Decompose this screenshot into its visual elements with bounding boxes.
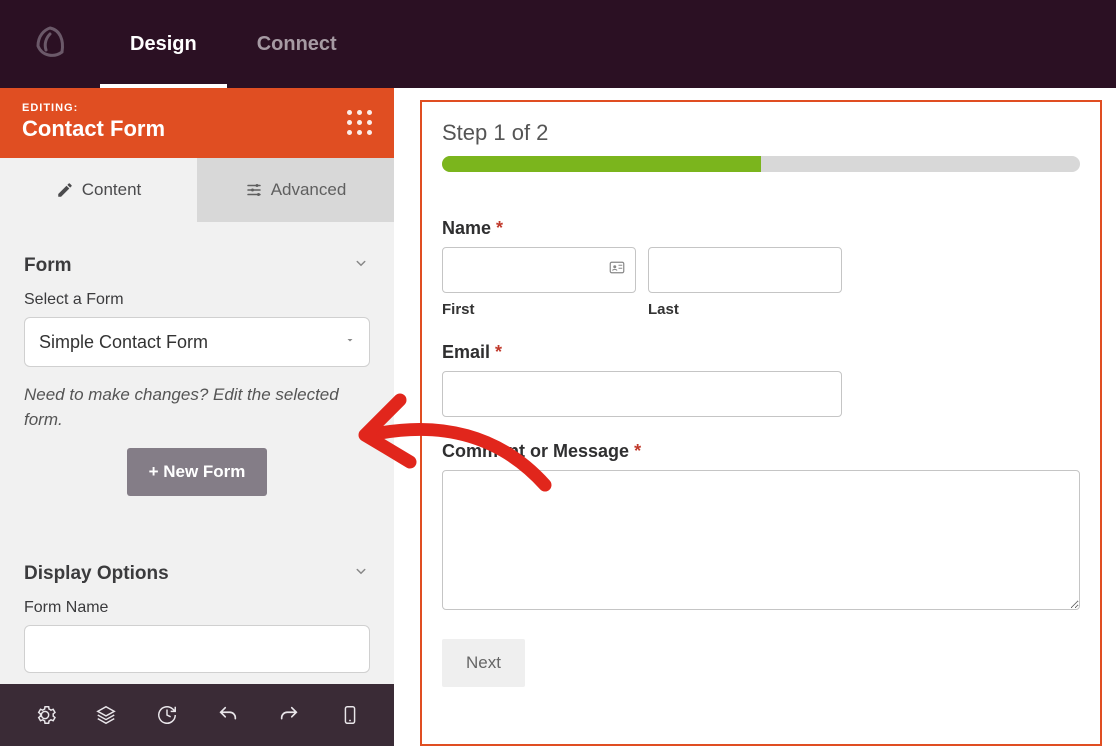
new-form-button[interactable]: + New Form bbox=[127, 448, 268, 496]
editing-title: Contact Form bbox=[22, 116, 165, 142]
tab-design[interactable]: Design bbox=[100, 0, 227, 88]
top-nav: Design Connect bbox=[0, 0, 1116, 88]
comment-textarea[interactable] bbox=[442, 470, 1080, 610]
responsive-button[interactable] bbox=[328, 704, 372, 726]
field-name: Name * First Last bbox=[442, 218, 1080, 318]
select-form-dropdown[interactable]: Simple Contact Form bbox=[24, 317, 370, 367]
drag-handle-icon[interactable] bbox=[347, 110, 372, 135]
nav-tabs: Design Connect bbox=[100, 0, 367, 88]
select-form-label: Select a Form bbox=[24, 291, 370, 309]
chevron-down-icon bbox=[352, 562, 370, 585]
bottom-toolbar bbox=[0, 684, 394, 746]
undo-button[interactable] bbox=[206, 704, 250, 726]
panel-body: Form Select a Form Simple Contact Form N… bbox=[0, 222, 394, 746]
first-sublabel: First bbox=[442, 301, 636, 318]
sliders-icon bbox=[245, 181, 263, 199]
redo-button[interactable] bbox=[267, 704, 311, 726]
undo-icon bbox=[217, 704, 239, 726]
subtab-content-label: Content bbox=[82, 180, 142, 200]
layers-icon bbox=[95, 704, 117, 726]
form-name-label: Form Name bbox=[24, 599, 370, 617]
last-name-input[interactable] bbox=[648, 247, 842, 293]
first-name-input[interactable] bbox=[442, 247, 636, 293]
pencil-icon bbox=[56, 181, 74, 199]
form-preview[interactable]: Step 1 of 2 Name * First bbox=[420, 100, 1102, 746]
field-comment: Comment or Message * bbox=[442, 441, 1080, 615]
editing-header: EDITING: Contact Form bbox=[0, 88, 394, 158]
contact-card-icon bbox=[608, 259, 626, 282]
email-label: Email * bbox=[442, 342, 1080, 363]
name-label: Name * bbox=[442, 218, 1080, 239]
subtab-advanced[interactable]: Advanced bbox=[197, 158, 394, 222]
step-indicator: Step 1 of 2 bbox=[442, 120, 1080, 146]
progress-bar bbox=[442, 156, 1080, 172]
preview-canvas: Step 1 of 2 Name * First bbox=[394, 88, 1116, 746]
redo-icon bbox=[278, 704, 300, 726]
section-display-header[interactable]: Display Options bbox=[24, 552, 370, 599]
section-display-title: Display Options bbox=[24, 563, 169, 585]
section-form-header[interactable]: Form bbox=[24, 244, 370, 291]
email-input[interactable] bbox=[442, 371, 842, 417]
next-button[interactable]: Next bbox=[442, 639, 525, 687]
field-email: Email * bbox=[442, 342, 1080, 417]
edit-form-help-text: Need to make changes? Edit the selected … bbox=[24, 383, 370, 432]
gear-icon bbox=[34, 704, 56, 726]
panel-subtabs: Content Advanced bbox=[0, 158, 394, 222]
mobile-icon bbox=[339, 704, 361, 726]
section-form-title: Form bbox=[24, 255, 72, 277]
chevron-down-icon bbox=[352, 254, 370, 277]
history-button[interactable] bbox=[145, 704, 189, 726]
progress-fill bbox=[442, 156, 761, 172]
comment-label: Comment or Message * bbox=[442, 441, 1080, 462]
last-sublabel: Last bbox=[648, 301, 842, 318]
sidebar: EDITING: Contact Form Content Advanced F… bbox=[0, 88, 394, 746]
subtab-content[interactable]: Content bbox=[0, 158, 197, 222]
form-name-input[interactable] bbox=[24, 625, 370, 673]
editing-label: EDITING: bbox=[22, 102, 165, 114]
settings-button[interactable] bbox=[23, 704, 67, 726]
layers-button[interactable] bbox=[84, 704, 128, 726]
brand-logo bbox=[0, 24, 100, 64]
tab-connect[interactable]: Connect bbox=[227, 0, 367, 88]
history-icon bbox=[156, 704, 178, 726]
subtab-advanced-label: Advanced bbox=[271, 180, 347, 200]
leaf-icon bbox=[30, 24, 70, 64]
